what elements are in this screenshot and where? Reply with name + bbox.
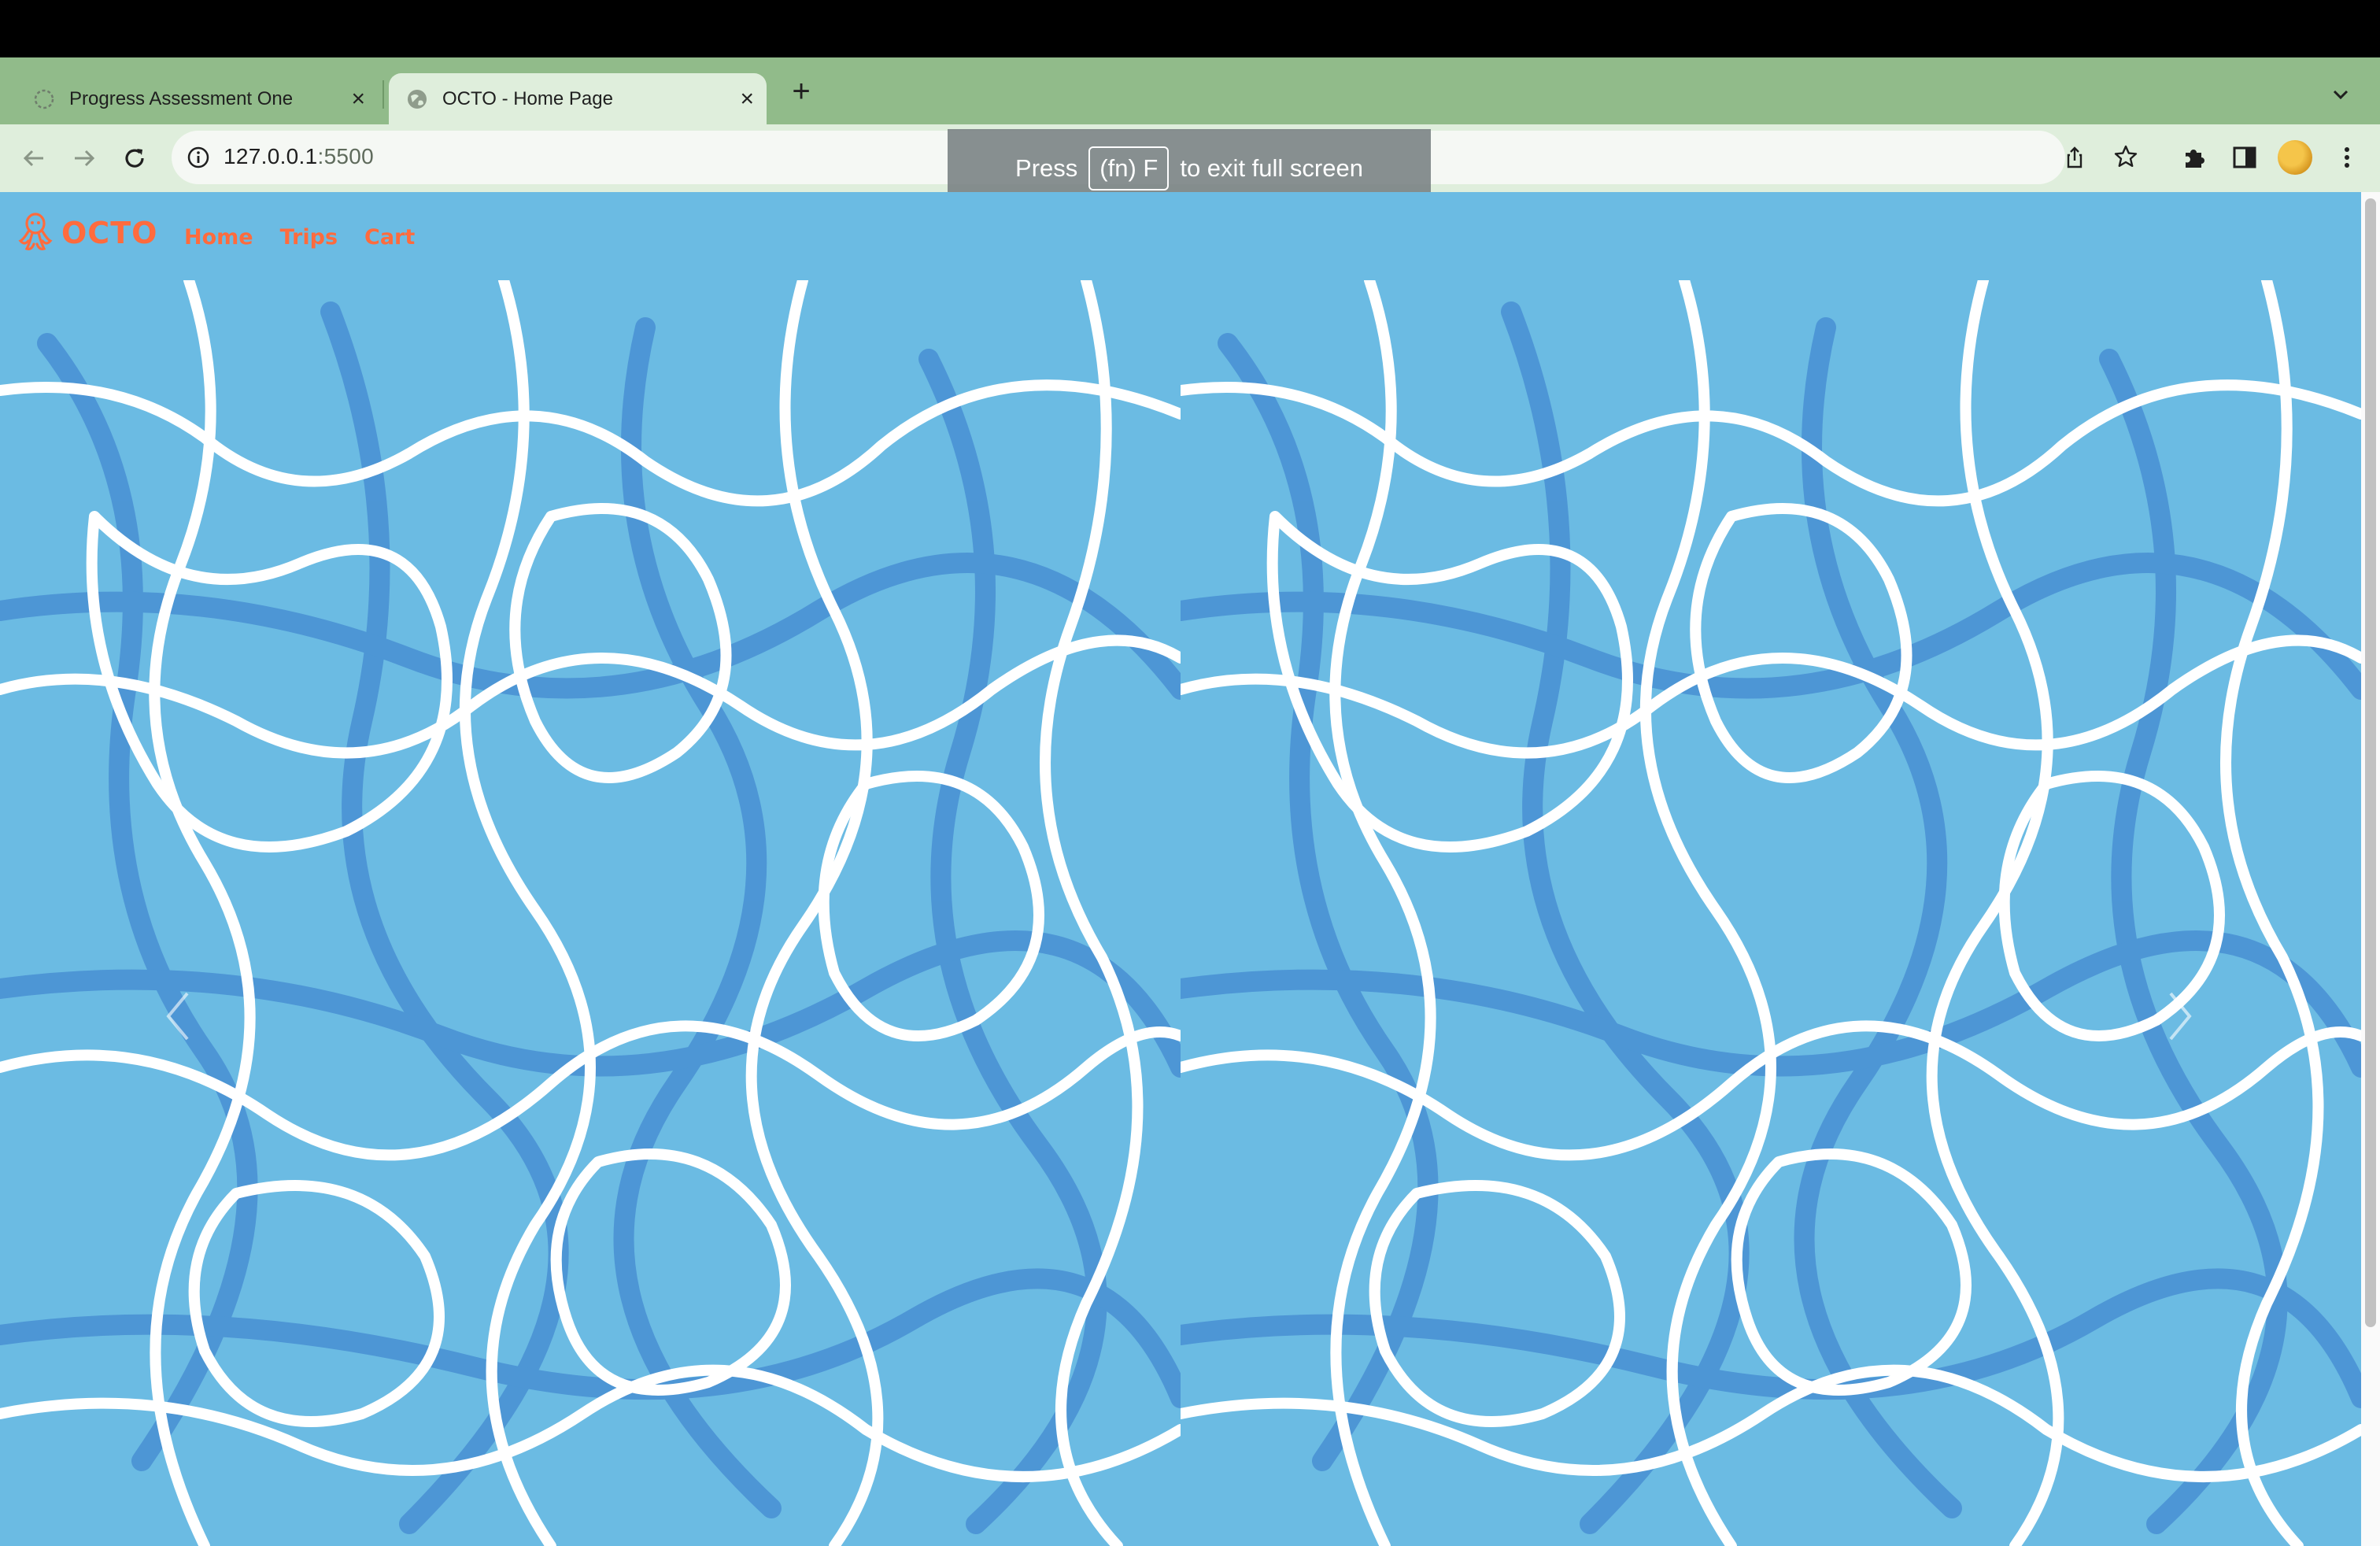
carousel-slide-water bbox=[0, 280, 1181, 1546]
carousel-next-button[interactable] bbox=[2156, 981, 2204, 1052]
info-icon[interactable] bbox=[186, 145, 211, 170]
nav-link-cart[interactable]: Cart bbox=[364, 225, 415, 250]
chevron-left-icon bbox=[166, 992, 189, 1041]
site-navbar: OCTO Home Trips Cart bbox=[0, 192, 2361, 280]
chevron-right-icon bbox=[2169, 992, 2192, 1041]
url-text[interactable]: 127.0.0.1:5500 bbox=[224, 144, 374, 169]
nav-link-home[interactable]: Home bbox=[184, 225, 253, 250]
carousel-slide-water bbox=[1181, 280, 2361, 1546]
tab-strip: Progress Assessment One × OCTO - Home Pa… bbox=[0, 57, 2380, 124]
notice-suffix: to exit full screen bbox=[1180, 154, 1363, 182]
nav-link-trips[interactable]: Trips bbox=[280, 225, 338, 250]
hero-carousel bbox=[0, 280, 2361, 1546]
notice-press: Press bbox=[1015, 154, 1078, 182]
tab-title: OCTO - Home Page bbox=[442, 87, 613, 109]
plus-icon[interactable]: + bbox=[785, 76, 817, 107]
share-icon[interactable] bbox=[2062, 145, 2087, 170]
menu-icon[interactable] bbox=[2330, 140, 2364, 175]
reload-icon[interactable] bbox=[115, 139, 154, 178]
forward-icon[interactable] bbox=[65, 139, 104, 178]
tab-octo-home[interactable]: OCTO - Home Page × bbox=[389, 73, 767, 124]
sidepanel-icon[interactable] bbox=[2227, 140, 2262, 175]
carousel-prev-button[interactable] bbox=[154, 981, 201, 1052]
loading-icon bbox=[33, 88, 55, 110]
close-icon[interactable]: × bbox=[351, 87, 365, 111]
site-nav-links: Home Trips Cart bbox=[184, 225, 415, 250]
avatar[interactable] bbox=[2278, 140, 2312, 175]
web-page: OCTO Home Trips Cart bbox=[0, 192, 2361, 1546]
mac-menu-bar bbox=[0, 0, 2380, 57]
star-icon[interactable] bbox=[2112, 143, 2139, 170]
chevron-down-icon[interactable] bbox=[2325, 79, 2356, 110]
tab-progress-assessment[interactable]: Progress Assessment One × bbox=[16, 73, 378, 124]
site-logo[interactable]: OCTO bbox=[17, 211, 157, 255]
tab-title: Progress Assessment One bbox=[69, 87, 294, 109]
url-host: 127.0.0.1 bbox=[224, 144, 318, 168]
octopus-icon bbox=[17, 211, 54, 255]
notice-key: (fn) F bbox=[1088, 146, 1170, 190]
scrollbar-thumb[interactable] bbox=[2365, 198, 2376, 1327]
url-port: :5500 bbox=[317, 144, 375, 168]
page-scrollbar[interactable] bbox=[2361, 192, 2380, 1546]
brand-name: OCTO bbox=[61, 216, 158, 250]
extensions-icon[interactable] bbox=[2177, 140, 2212, 175]
close-icon[interactable]: × bbox=[740, 87, 754, 111]
tab-divider bbox=[382, 80, 384, 109]
back-icon[interactable] bbox=[14, 139, 54, 178]
globe-icon bbox=[406, 88, 428, 110]
